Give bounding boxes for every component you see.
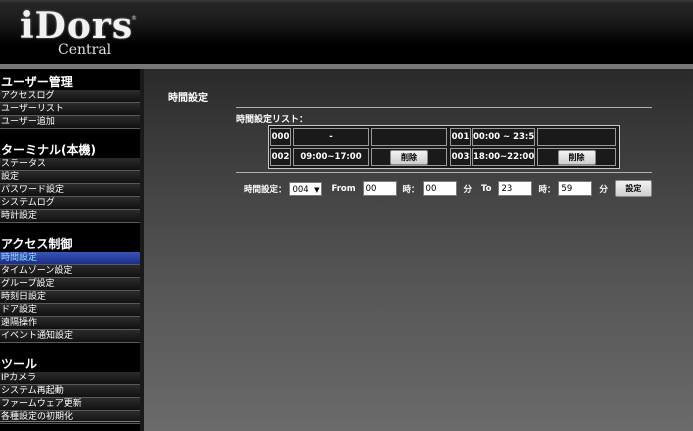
table-cell-range: 09:00~17:00: [293, 148, 369, 166]
sidebar-item-event-notify[interactable]: イベント通知設定: [0, 330, 140, 343]
sidebar-group-access-control: アクセス制御: [1, 237, 73, 251]
delete-button[interactable]: 削除: [557, 150, 596, 165]
sidebar-item-password[interactable]: パスワード設定: [0, 184, 140, 197]
list-title: 時間設定リスト：: [236, 115, 309, 125]
time-settings-table: 000 - 001 00:00 ~ 23:59 002 09:00~17:00 …: [268, 125, 620, 169]
sidebar-group-terminal: ターミナル(本機): [1, 143, 96, 157]
table-cell-range: 18:00~22:00: [472, 148, 535, 166]
header: iDors ® Central: [0, 0, 693, 64]
title-divider: [236, 107, 652, 108]
sidebar-item-group[interactable]: グループ設定: [0, 278, 140, 291]
table-cell-id: 001: [450, 128, 471, 146]
sidebar-item-remote[interactable]: 遠隔操作: [0, 317, 140, 330]
sidebar-group-user-management: ユーザー管理: [1, 75, 73, 89]
sidebar-item-settings[interactable]: 設定: [0, 171, 140, 184]
sidebar-item-door[interactable]: ドア設定: [0, 304, 140, 317]
sidebar-item-reboot[interactable]: システム再起動: [0, 385, 140, 398]
table-cell-id: 000: [270, 128, 291, 146]
table-cell-action: 削除: [371, 148, 447, 166]
table-cell-range: 00:00 ~ 23:59: [472, 128, 535, 146]
from-label: From: [331, 183, 356, 194]
sidebar-item-user-list[interactable]: ユーザーリスト: [0, 103, 140, 116]
minute-unit-label: 分: [599, 184, 608, 195]
sidebar-item-clock[interactable]: 時計設定: [0, 210, 140, 223]
set-button[interactable]: 設定: [614, 180, 652, 197]
sidebar-item-factory-reset[interactable]: 各種設定の初期化: [0, 411, 140, 424]
time-setting-form: 時間設定： 004 ▼ From 00 時： 00 分 To 23 時： 59 分…: [244, 180, 652, 197]
to-minute-input[interactable]: 59: [558, 181, 593, 196]
sidebar-item-system-log[interactable]: システムログ: [0, 197, 140, 210]
page-title: 時間設定: [168, 93, 208, 104]
sidebar-item-firmware[interactable]: ファームウェア更新: [0, 398, 140, 411]
table-cell-range: -: [293, 128, 369, 146]
hour-unit-label: 時：: [538, 184, 556, 195]
main-content: 時間設定 時間設定リスト： 000 - 001 00:00 ~ 23:59 00…: [144, 69, 693, 431]
sidebar-item-holiday[interactable]: 時刻日設定: [0, 291, 140, 304]
sidebar-divider-line: [0, 421, 140, 422]
minute-unit-label: 分: [463, 184, 473, 195]
table-cell-action: 削除: [537, 148, 616, 166]
table-cell-action: [537, 128, 616, 146]
to-label: To: [480, 183, 492, 194]
to-hour-input[interactable]: 23: [498, 181, 533, 196]
sidebar-group-tools: ツール: [1, 357, 38, 371]
table-divider: [236, 172, 652, 173]
sidebar-item-time-settings[interactable]: 時間設定: [0, 252, 140, 265]
table-cell-id: 003: [450, 148, 471, 166]
time-id-select[interactable]: 004 ▼: [289, 181, 323, 196]
setting-label: 時間設定：: [244, 184, 287, 195]
hour-unit-label: 時：: [402, 184, 420, 195]
sidebar-item-ip-camera[interactable]: IPカメラ: [0, 372, 140, 385]
sidebar-item-status[interactable]: ステータス: [0, 158, 140, 171]
logo: iDors: [20, 5, 134, 47]
table-cell-id: 002: [270, 148, 291, 166]
chevron-down-icon: ▼: [314, 185, 320, 194]
from-hour-input[interactable]: 00: [362, 181, 397, 196]
sidebar-item-access-log[interactable]: アクセスログ: [0, 90, 140, 103]
registered-mark: ®: [131, 15, 137, 22]
from-minute-input[interactable]: 00: [422, 181, 457, 196]
table-cell-action: [371, 128, 447, 146]
sidebar: ユーザー管理 アクセスログ ユーザーリスト ユーザー追加 ターミナル(本機) ス…: [0, 69, 140, 431]
logo-subtitle: Central: [58, 42, 112, 58]
delete-button[interactable]: 削除: [390, 150, 428, 165]
sidebar-item-timezone[interactable]: タイムゾーン設定: [0, 265, 140, 278]
sidebar-item-add-user[interactable]: ユーザー追加: [0, 116, 140, 129]
